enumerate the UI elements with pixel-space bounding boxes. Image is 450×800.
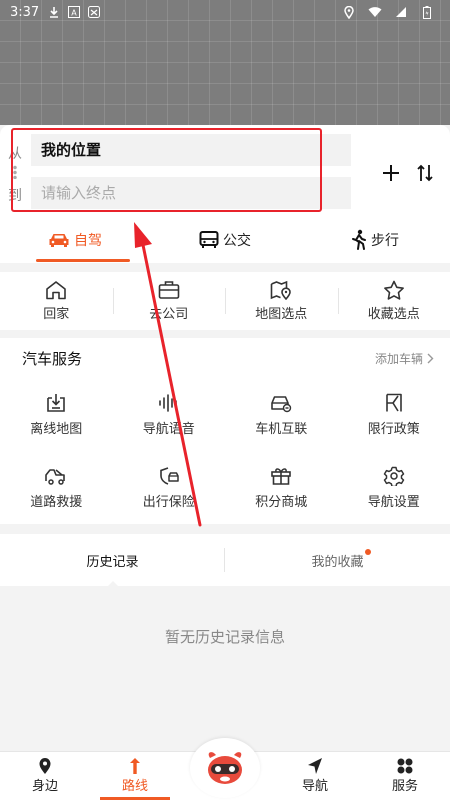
app-a-icon: A bbox=[67, 5, 81, 19]
notification-dot bbox=[365, 549, 371, 555]
location-pin-icon bbox=[39, 758, 51, 774]
service-restriction[interactable]: 限行政策 bbox=[338, 378, 450, 451]
quick-map-pick-label: 地图选点 bbox=[255, 307, 308, 322]
nav-navigate-label: 导航 bbox=[301, 779, 328, 794]
tab-bus[interactable]: 公交 bbox=[150, 220, 300, 260]
service-offline-map[interactable]: 离线地图 bbox=[0, 378, 113, 451]
bus-icon bbox=[199, 231, 219, 248]
travel-mode-tabs: 自驾 公交 步行 bbox=[0, 220, 450, 262]
chevron-right-icon bbox=[427, 353, 434, 363]
tab-my-favorites[interactable]: 我的收藏 bbox=[225, 534, 450, 586]
quick-company-label: 去公司 bbox=[149, 307, 189, 322]
service-nav-settings[interactable]: 导航设置 bbox=[338, 451, 450, 524]
quick-map-pick[interactable]: 地图选点 bbox=[225, 272, 338, 330]
swap-route-button[interactable] bbox=[413, 161, 437, 185]
tab-history[interactable]: 历史记录 bbox=[0, 534, 225, 586]
bottom-nav: 身边 路线 导航 服务 bbox=[0, 738, 450, 800]
app-mascot-icon bbox=[87, 5, 101, 19]
tab-walk-label: 步行 bbox=[371, 233, 399, 249]
quick-favorite-pick-label: 收藏选点 bbox=[367, 307, 420, 322]
quick-company[interactable]: 去公司 bbox=[112, 272, 226, 330]
nav-route[interactable]: 路线 bbox=[90, 752, 180, 800]
voice-icon bbox=[158, 393, 177, 412]
car-icon bbox=[49, 234, 69, 247]
tow-truck-icon bbox=[45, 468, 66, 485]
mascot-button[interactable] bbox=[190, 738, 260, 798]
empty-history-message: 暂无历史记录信息 bbox=[164, 628, 285, 646]
status-time: 3:37 bbox=[10, 4, 40, 20]
car-link-icon bbox=[271, 395, 292, 412]
nav-navigate[interactable]: 导航 bbox=[270, 752, 360, 800]
walk-icon bbox=[352, 229, 366, 250]
download-icon bbox=[47, 5, 61, 19]
clover-icon bbox=[397, 758, 413, 774]
briefcase-icon bbox=[158, 281, 180, 299]
navigation-arrow-icon bbox=[308, 758, 322, 774]
tab-walk[interactable]: 步行 bbox=[300, 220, 450, 260]
service-road-rescue-label: 道路救援 bbox=[30, 494, 83, 510]
route-arrow-icon bbox=[130, 758, 140, 774]
restriction-icon bbox=[385, 393, 402, 411]
quick-favorite-pick[interactable]: 收藏选点 bbox=[337, 272, 450, 330]
service-points-mall[interactable]: 积分商城 bbox=[225, 451, 338, 524]
nav-center bbox=[180, 738, 270, 800]
car-services-grid: 离线地图 导航语音 车机互联 限行政策 道路救援 出行保险 积分商城 导航设置 bbox=[0, 378, 450, 524]
service-points-mall-label: 积分商城 bbox=[255, 494, 308, 510]
svg-text:A: A bbox=[71, 9, 77, 18]
quick-home-label: 回家 bbox=[43, 307, 70, 322]
status-bar: 3:37 A bbox=[0, 0, 450, 24]
nav-services-label: 服务 bbox=[391, 779, 418, 794]
nav-route-label: 路线 bbox=[121, 779, 148, 794]
history-tabs: 历史记录 我的收藏 bbox=[0, 534, 450, 586]
shield-car-icon bbox=[159, 466, 179, 485]
car-services-header: 汽车服务 添加车辆 bbox=[0, 338, 450, 378]
car-services-title: 汽车服务 bbox=[22, 349, 83, 368]
service-nav-voice[interactable]: 导航语音 bbox=[113, 378, 226, 451]
quick-links: 回家 去公司 地图选点 收藏选点 bbox=[0, 272, 450, 330]
nav-nearby-label: 身边 bbox=[31, 779, 58, 794]
service-offline-map-label: 离线地图 bbox=[30, 421, 83, 437]
star-icon bbox=[383, 280, 404, 300]
download-map-icon bbox=[47, 393, 66, 412]
service-road-rescue[interactable]: 道路救援 bbox=[0, 451, 113, 524]
home-icon bbox=[46, 281, 67, 300]
service-restriction-label: 限行政策 bbox=[367, 421, 420, 437]
signal-icon bbox=[394, 5, 408, 19]
service-nav-voice-label: 导航语音 bbox=[142, 421, 195, 437]
settings-icon bbox=[383, 466, 404, 486]
gift-icon bbox=[271, 467, 292, 485]
tab-drive[interactable]: 自驾 bbox=[0, 220, 150, 262]
mascot-icon bbox=[208, 752, 242, 784]
car-services-section: 汽车服务 添加车辆 离线地图 导航语音 车机互联 限行政策 道路救援 出行保险 … bbox=[0, 338, 450, 524]
wifi-icon bbox=[368, 5, 382, 19]
map-pin-icon bbox=[270, 280, 292, 300]
service-travel-insurance[interactable]: 出行保险 bbox=[113, 451, 226, 524]
add-vehicle-link[interactable]: 添加车辆 bbox=[375, 350, 434, 367]
location-icon bbox=[342, 5, 356, 19]
quick-home[interactable]: 回家 bbox=[0, 272, 113, 330]
tab-drive-label: 自驾 bbox=[74, 233, 102, 249]
service-car-link[interactable]: 车机互联 bbox=[225, 378, 338, 451]
nav-services[interactable]: 服务 bbox=[360, 752, 450, 800]
highlight-box bbox=[11, 128, 322, 212]
add-vehicle-label: 添加车辆 bbox=[374, 351, 423, 366]
swap-icon bbox=[417, 164, 433, 182]
service-travel-insurance-label: 出行保险 bbox=[142, 494, 195, 510]
service-nav-settings-label: 导航设置 bbox=[367, 494, 420, 510]
nav-nearby[interactable]: 身边 bbox=[0, 752, 90, 800]
battery-icon bbox=[420, 5, 434, 19]
add-waypoint-button[interactable] bbox=[379, 161, 403, 185]
tab-divider bbox=[224, 548, 225, 572]
route-panel: 从 到 我的位置 请输入终点 自驾 公交 步行 bbox=[0, 125, 450, 263]
plus-icon bbox=[383, 165, 399, 181]
service-car-link-label: 车机互联 bbox=[255, 421, 308, 437]
tab-bus-label: 公交 bbox=[223, 233, 251, 249]
history-section: 历史记录 我的收藏 暂无历史记录信息 bbox=[0, 534, 450, 751]
